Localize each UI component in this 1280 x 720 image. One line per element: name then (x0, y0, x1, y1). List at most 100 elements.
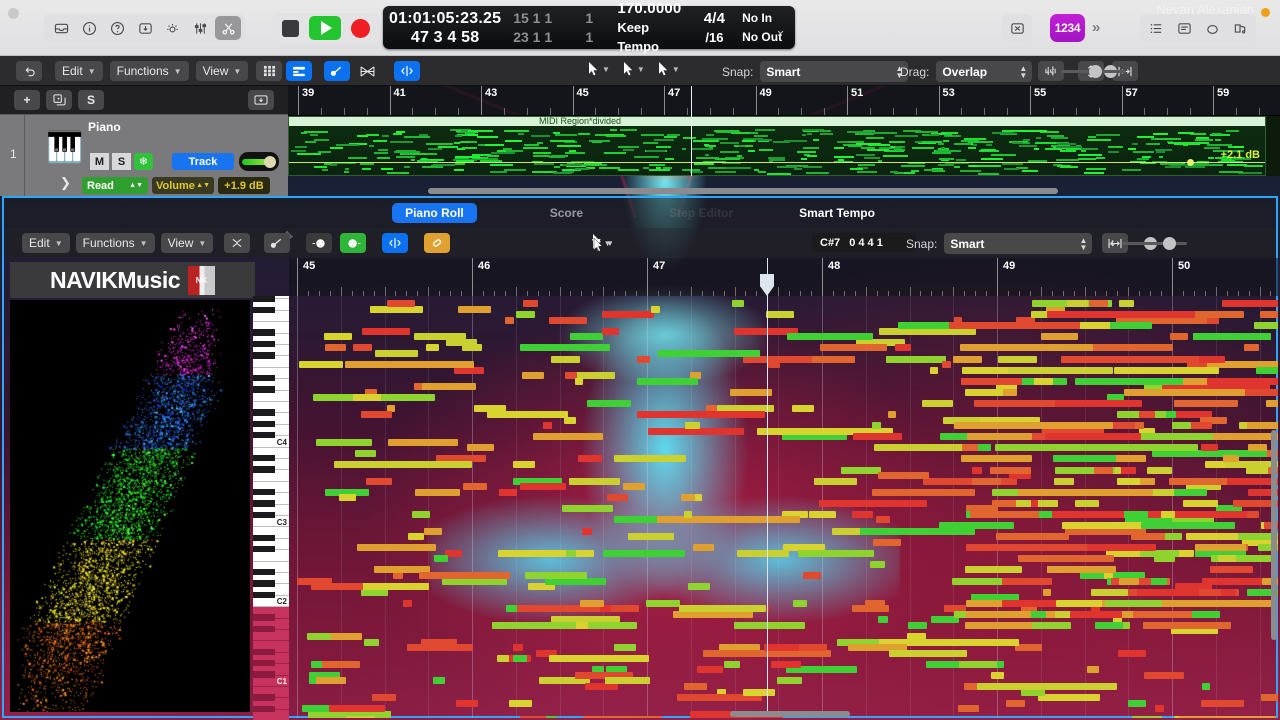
play-button[interactable] (309, 16, 341, 40)
piano-black-key[interactable] (253, 511, 275, 519)
midi-note[interactable] (313, 394, 347, 401)
midi-note[interactable] (516, 311, 535, 318)
midi-note[interactable] (922, 400, 953, 407)
midi-note[interactable] (812, 356, 855, 363)
piano-black-key[interactable] (253, 296, 275, 302)
piano-black-key[interactable] (253, 374, 275, 382)
midi-note[interactable] (407, 644, 473, 651)
midi-note[interactable] (566, 550, 576, 557)
midi-note[interactable] (580, 600, 604, 607)
piano-black-key[interactable] (253, 545, 275, 553)
midi-note[interactable] (576, 622, 588, 629)
pr-edit-menu[interactable]: Edit ▼ (22, 233, 70, 253)
midi-note[interactable] (907, 633, 926, 640)
midi-note[interactable] (1056, 600, 1108, 607)
midi-note[interactable] (1162, 378, 1183, 385)
midi-note[interactable] (456, 700, 478, 707)
midi-note[interactable] (458, 306, 491, 313)
midi-note[interactable] (419, 572, 510, 579)
midi-note[interactable] (1110, 322, 1152, 329)
midi-note[interactable] (688, 583, 710, 590)
midi-note[interactable] (841, 467, 881, 474)
midi-note[interactable] (685, 422, 700, 429)
midi-note[interactable] (602, 311, 654, 318)
midi-note[interactable] (1075, 378, 1165, 385)
midi-note[interactable] (353, 344, 372, 351)
midi-note[interactable] (732, 300, 744, 307)
midi-note[interactable] (324, 333, 352, 340)
automation-parameter-select[interactable]: Volume ▲▼ (152, 177, 214, 194)
undo-icon[interactable] (16, 61, 42, 81)
midi-note[interactable] (1047, 566, 1116, 573)
midi-note[interactable] (1091, 589, 1128, 596)
midi-note[interactable] (1118, 650, 1146, 657)
midi-note[interactable] (972, 478, 1001, 485)
midi-note[interactable] (607, 494, 628, 501)
midi-note[interactable] (1221, 589, 1236, 596)
brightness-icon[interactable] (159, 16, 185, 40)
midi-note[interactable] (311, 583, 363, 590)
piano-black-key[interactable] (253, 591, 275, 599)
midi-note[interactable] (697, 666, 723, 673)
midi-note[interactable] (355, 450, 376, 457)
midi-note[interactable] (370, 306, 423, 313)
midi-note[interactable] (415, 489, 460, 496)
midi-note[interactable] (1169, 478, 1228, 485)
midi-note[interactable] (987, 433, 1032, 440)
count-in-badge[interactable]: 1234 (1050, 14, 1085, 42)
midi-note[interactable] (873, 539, 901, 546)
midi-note[interactable] (965, 622, 1032, 629)
midi-note[interactable] (930, 367, 938, 374)
arrange-track-lane[interactable]: MIDI Region*divided +2.1 dB (288, 116, 1280, 176)
midi-note[interactable] (393, 572, 403, 579)
midi-note[interactable] (895, 344, 911, 351)
edit-menu[interactable]: Edit ▼ (55, 61, 103, 81)
collapse-icon[interactable] (224, 233, 250, 253)
midi-note[interactable] (1210, 566, 1253, 573)
midi-note[interactable] (996, 533, 1069, 540)
midi-note[interactable] (961, 455, 1032, 462)
midi-note[interactable] (820, 344, 887, 351)
midi-note[interactable] (1002, 578, 1052, 585)
midi-note[interactable] (1218, 555, 1236, 562)
midi-note[interactable] (513, 644, 523, 651)
midi-note[interactable] (991, 672, 1004, 679)
midi-note[interactable] (953, 356, 982, 363)
horizontal-zoom-slider[interactable]: ↔ (1044, 64, 1125, 78)
functions-menu[interactable]: Functions ▼ (109, 61, 189, 81)
loop-icon[interactable] (1199, 16, 1225, 40)
piano-black-key[interactable] (253, 659, 275, 667)
midi-note[interactable] (803, 572, 821, 579)
midi-note[interactable] (520, 483, 566, 490)
midi-note[interactable] (345, 361, 474, 368)
midi-note[interactable] (1202, 578, 1263, 585)
midi-note[interactable] (1061, 356, 1193, 363)
deactivate-button[interactable] (1002, 14, 1032, 42)
midi-note[interactable] (966, 600, 1003, 607)
midi-in-icon[interactable] (306, 233, 332, 253)
midi-note[interactable] (1041, 333, 1078, 340)
chevron-down-icon[interactable]: ⌄ (775, 22, 786, 38)
midi-note[interactable] (525, 572, 587, 579)
midi-note[interactable] (325, 344, 346, 351)
tab-score[interactable]: Score (537, 203, 596, 223)
midi-note[interactable] (1213, 433, 1278, 440)
midi-note[interactable] (578, 455, 602, 462)
midi-note[interactable] (1047, 311, 1190, 318)
add-track-button[interactable]: + (14, 90, 40, 110)
midi-note[interactable] (1045, 433, 1141, 440)
midi-note[interactable] (992, 500, 1016, 507)
inbox-icon[interactable] (48, 16, 74, 40)
midi-note[interactable] (1128, 700, 1146, 707)
midi-note[interactable] (1006, 700, 1025, 707)
midi-note[interactable] (1114, 367, 1206, 374)
midi-note[interactable] (1139, 411, 1155, 418)
drag-select[interactable]: Overlap ▲ ▼ (936, 61, 1033, 82)
midi-note[interactable] (1105, 600, 1162, 607)
midi-note[interactable] (771, 661, 801, 668)
midi-note[interactable] (1174, 489, 1207, 496)
lcd-display[interactable]: 01:01:05:23.25 47 3 4 58 15 1 1 1 23 1 1… (383, 0, 795, 54)
midi-note[interactable] (1111, 422, 1135, 429)
midi-note[interactable] (878, 472, 929, 479)
midi-note[interactable] (362, 328, 410, 335)
